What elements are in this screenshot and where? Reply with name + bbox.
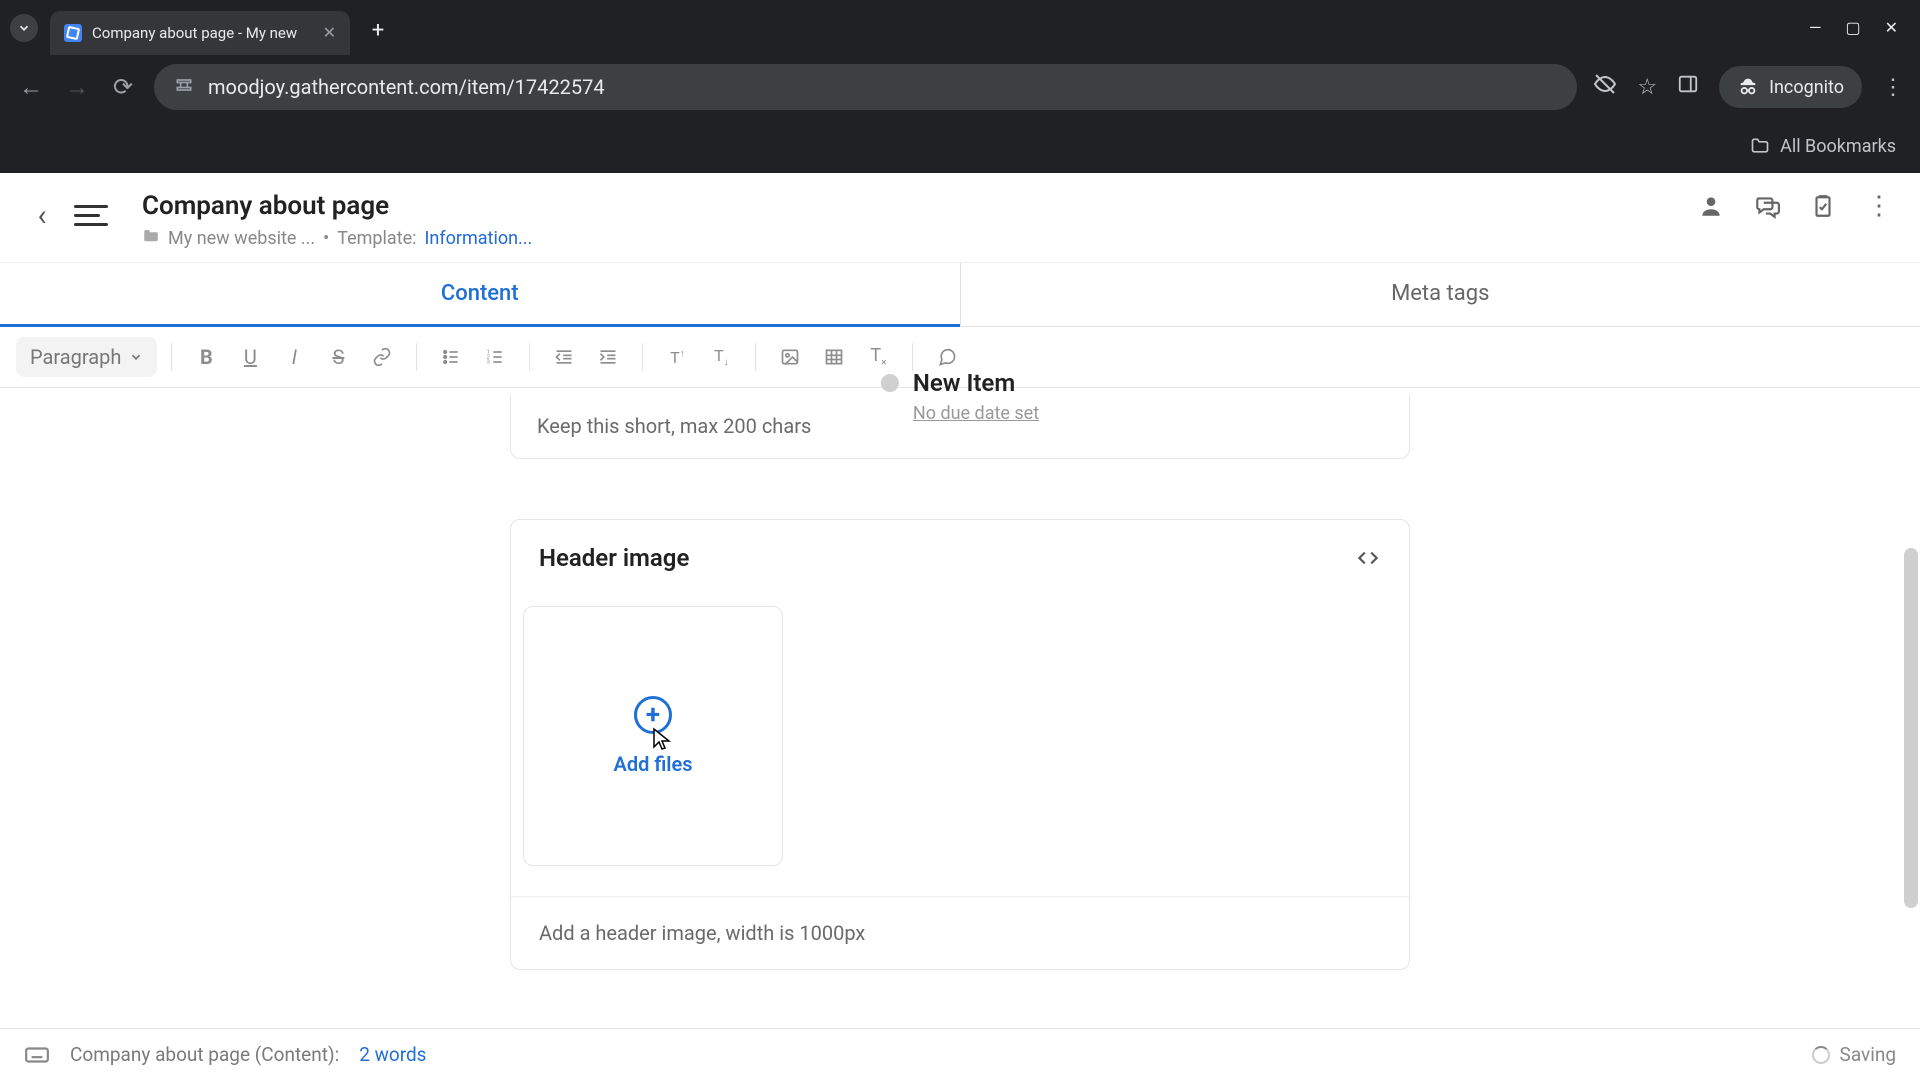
project-crumb[interactable]: My new website ...	[168, 228, 315, 249]
word-count-link[interactable]: 2 words	[359, 1043, 426, 1066]
app-back-button[interactable]: ‹	[18, 191, 66, 239]
tabs-dropdown-button[interactable]	[10, 14, 38, 42]
tab-title: Company about page - My new	[92, 24, 297, 42]
superscript-button[interactable]: T↑	[657, 337, 697, 377]
folder-icon	[142, 227, 160, 250]
new-tab-button[interactable]: +	[364, 18, 392, 43]
sidebar-toggle-button[interactable]	[74, 191, 122, 239]
tab-meta-tags[interactable]: Meta tags	[961, 263, 1920, 326]
window-maximize-button[interactable]: ▢	[1845, 18, 1860, 37]
user-icon[interactable]	[1698, 193, 1724, 219]
api-id-icon[interactable]	[1355, 545, 1381, 571]
section-title: Header image	[539, 544, 689, 572]
field-hint-text: Keep this short, max 200 chars	[510, 394, 1410, 459]
saving-indicator: Saving	[1812, 1043, 1896, 1066]
title-block: Company about page My new website ... • …	[142, 191, 532, 250]
tab-close-button[interactable]: ✕	[323, 23, 336, 42]
numbered-list-button[interactable]: 123	[475, 337, 515, 377]
status-bar: Company about page (Content): 2 words Sa…	[0, 1028, 1920, 1080]
header-image-section: Header image + Add files Add a header im…	[510, 519, 1410, 970]
window-close-button[interactable]: ✕	[1885, 18, 1898, 37]
link-button[interactable]	[362, 337, 402, 377]
footer-context-label: Company about page (Content):	[70, 1043, 339, 1066]
browser-tab[interactable]: Company about page - My new ✕	[50, 11, 350, 55]
insert-table-button[interactable]	[814, 337, 854, 377]
keyboard-shortcuts-button[interactable]	[24, 1042, 50, 1068]
indent-button[interactable]	[588, 337, 628, 377]
page-title[interactable]: Company about page	[142, 191, 532, 221]
subscript-button[interactable]: T↓	[701, 337, 741, 377]
content-tabs: Content Meta tags	[0, 263, 1920, 327]
header-actions: ⋮	[1698, 191, 1892, 221]
svg-text:3: 3	[487, 360, 490, 366]
url-text: moodjoy.gathercontent.com/item/17422574	[208, 75, 605, 99]
clipboard-icon[interactable]	[1810, 193, 1836, 219]
saving-label: Saving	[1840, 1043, 1896, 1066]
section-hint-text: Add a header image, width is 1000px	[511, 896, 1409, 969]
insert-image-button[interactable]	[770, 337, 810, 377]
url-input[interactable]: moodjoy.gathercontent.com/item/17422574	[154, 64, 1577, 110]
folder-icon	[1750, 136, 1770, 156]
editor-canvas[interactable]: Keep this short, max 200 chars Header im…	[0, 388, 1920, 1006]
favicon-icon	[64, 24, 82, 42]
crumb-separator: •	[323, 228, 329, 249]
sidepanel-icon[interactable]	[1677, 73, 1699, 101]
spinner-icon	[1812, 1046, 1830, 1064]
tab-strip: Company about page - My new ✕ + — ▢ ✕	[0, 0, 1920, 55]
window-controls: — ▢ ✕	[1809, 0, 1920, 55]
chevron-down-icon	[129, 350, 143, 364]
bookmark-bar: All Bookmarks	[0, 119, 1920, 173]
all-bookmarks-button[interactable]: All Bookmarks	[1780, 136, 1896, 157]
upload-area: + Add files	[511, 596, 1409, 896]
underline-button[interactable]: U	[230, 337, 270, 377]
add-files-label: Add files	[613, 752, 692, 776]
nav-forward-button[interactable]: →	[62, 73, 92, 102]
address-bar: ← → ⟳ moodjoy.gathercontent.com/item/174…	[0, 55, 1920, 119]
site-info-icon[interactable]	[174, 75, 194, 100]
window-minimize-button[interactable]: —	[1809, 18, 1822, 37]
format-label: Paragraph	[30, 345, 121, 369]
browser-chrome: Company about page - My new ✕ + — ▢ ✕ ← …	[0, 0, 1920, 173]
bold-button[interactable]: B	[186, 337, 226, 377]
browser-right-icons: ☆ Incognito ⋮	[1593, 66, 1904, 108]
nav-back-button[interactable]: ←	[16, 73, 46, 102]
italic-button[interactable]: I	[274, 337, 314, 377]
incognito-label: Incognito	[1769, 77, 1844, 98]
app-root: ‹ Company about page My new website ... …	[0, 173, 1920, 1006]
paragraph-format-dropdown[interactable]: Paragraph	[16, 337, 157, 377]
add-files-button[interactable]: + Add files	[523, 606, 783, 866]
more-menu-button[interactable]: ⋮	[1866, 191, 1892, 221]
bookmark-star-icon[interactable]: ☆	[1637, 75, 1657, 100]
template-prefix: Template:	[337, 228, 416, 249]
breadcrumb: My new website ... • Template: Informati…	[142, 227, 532, 250]
plus-circle-icon: +	[634, 696, 672, 734]
comments-icon[interactable]	[1754, 193, 1780, 219]
template-link[interactable]: Information...	[425, 228, 533, 249]
outdent-button[interactable]	[544, 337, 584, 377]
tab-content[interactable]: Content	[0, 263, 960, 327]
scrollbar[interactable]	[1904, 548, 1918, 908]
bullet-list-button[interactable]	[431, 337, 471, 377]
incognito-badge[interactable]: Incognito	[1719, 66, 1862, 108]
strikethrough-button[interactable]: S	[318, 337, 358, 377]
nav-reload-button[interactable]: ⟳	[108, 73, 138, 101]
browser-menu-button[interactable]: ⋮	[1882, 75, 1904, 100]
eye-off-icon[interactable]	[1593, 72, 1617, 102]
app-header: ‹ Company about page My new website ... …	[0, 173, 1920, 263]
